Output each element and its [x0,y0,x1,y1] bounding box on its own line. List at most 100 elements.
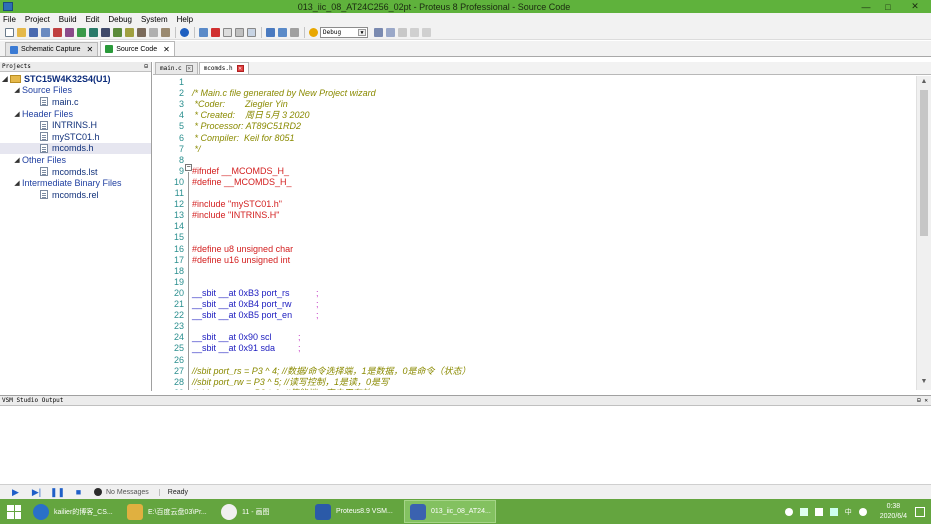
expand-triangle-icon[interactable]: ◢ [12,110,22,118]
schematic-icon[interactable] [77,27,86,37]
close-tab-icon[interactable]: ✕ [163,45,170,54]
tree-file-mcomds-rel[interactable]: mcomds.rel [0,189,151,201]
step-icon[interactable]: ▶| [31,487,42,497]
pause-icon[interactable]: ❚❚ [50,487,65,497]
code-line[interactable]: #define u16 unsigned int [192,255,290,266]
taskbar-item-proteus[interactable]: 013_iic_08_AT24... [404,500,496,523]
input-language[interactable]: 中 [845,507,852,517]
stop-icon[interactable]: ■ [73,487,84,497]
rebuild-icon[interactable] [278,27,287,37]
tree-folder-other-files[interactable]: ◢ Other Files [0,154,151,166]
expand-triangle-icon[interactable]: ◢ [12,86,22,94]
help-icon[interactable] [180,27,189,37]
menu-help[interactable]: Help [177,15,193,24]
code-line[interactable]: */ [192,144,201,155]
paste-disabled-icon[interactable] [422,27,431,37]
code-line[interactable]: * Created: 周日 5月 3 2020 [192,110,310,121]
build-icon[interactable] [266,27,275,37]
minimize-button[interactable]: — [855,0,877,13]
import-icon[interactable] [41,27,50,37]
tree-folder-intermediate-binary-files[interactable]: ◢ Intermediate Binary Files [0,177,151,189]
code-line[interactable]: *Coder: Ziegler Yin [192,99,288,110]
taskbar-item-paint[interactable]: 11 - 画图 [216,500,308,523]
code-line[interactable]: #ifndef __MCOMDS_H_ [192,166,289,177]
play-icon[interactable]: ▶ [10,487,21,497]
build-project-icon[interactable] [199,27,208,37]
expand-triangle-icon[interactable]: ◢ [12,156,22,164]
fold-toggle-icon[interactable]: − [185,164,192,171]
copy-icon[interactable] [235,27,244,37]
clean-icon[interactable] [290,27,299,37]
editor-tab-mcomds-h[interactable]: mcomds.h ✕ [198,62,249,74]
close-tab-icon[interactable]: ✕ [87,45,94,54]
code-line[interactable]: /* Main.c file generated by New Project … [192,88,376,99]
settings-gear-icon[interactable] [309,27,318,37]
tree-root-node[interactable]: ◢ STC15W4K32S4(U1) [0,73,151,85]
close-button[interactable]: ✕ [899,0,931,13]
source-code-icon[interactable] [161,27,170,37]
cut-icon[interactable] [398,27,407,37]
expand-triangle-icon[interactable]: ◢ [0,75,10,83]
code-line[interactable]: __sbit __at 0xB4 port_rw; [192,299,319,310]
battery-icon[interactable] [799,507,808,516]
tab-source-code[interactable]: Source Code ✕ [100,41,175,56]
pcb-layout-icon[interactable] [89,27,98,37]
taskbar-item-word[interactable]: Proteus8.9 VSM... [310,500,402,523]
code-line[interactable]: __sbit __at 0xB5 port_en; [192,310,319,321]
tab-schematic-capture[interactable]: Schematic Capture ✕ [5,42,99,56]
tree-folder-source-files[interactable]: ◢ Source Files [0,85,151,97]
code-line[interactable]: * Compiler: Keil for 8051 [192,133,295,144]
editor-tab-main-c[interactable]: main.c ✕ [155,62,198,74]
build-config-select[interactable]: Debug ▼ [320,26,368,38]
pin-icon[interactable]: ⊟ ✕ [917,397,928,404]
paste-icon[interactable] [247,27,256,37]
menu-edit[interactable]: Edit [86,15,100,24]
menu-project[interactable]: Project [25,15,50,24]
new-document-icon[interactable] [223,27,232,37]
expand-triangle-icon[interactable]: ◢ [12,179,22,187]
tree-file-mcomds-lst[interactable]: mcomds.lst [0,166,151,178]
3d-viewer-icon[interactable] [101,27,110,37]
gerber-icon[interactable] [113,27,122,37]
notes-icon[interactable] [149,27,158,37]
code-line[interactable]: #define u8 unsigned char [192,244,293,255]
volume-icon[interactable] [814,507,823,516]
new-file-icon[interactable] [5,27,14,37]
tree-file-intrins-h[interactable]: INTRINS.H [0,119,151,131]
messages-count[interactable]: No Messages [106,489,149,496]
code-line[interactable]: * Processor: AT89C51RD2 [192,121,302,132]
open-folder-icon[interactable] [17,27,26,37]
code-line[interactable]: //sbit port_en = P3 ^ 6; //使能端，高电平有效 [192,388,371,390]
redo-icon[interactable] [386,27,395,37]
tree-file-mystc01-h[interactable]: mySTC01.h [0,131,151,143]
tree-file-mcomds-h[interactable]: mcomds.h [0,142,151,155]
close-tab-icon[interactable]: ✕ [185,65,193,72]
menu-system[interactable]: System [141,15,168,24]
code-line[interactable]: //sbit port_rw = P3 ^ 5; //读写控制，1是读，0是写 [192,377,389,388]
code-line[interactable]: __sbit __at 0xB3 port_rs; [192,288,319,299]
tree-folder-header-files[interactable]: ◢ Header Files [0,108,151,120]
bom-icon[interactable] [137,27,146,37]
taskbar-item-explorer[interactable]: E:\百度云盘03\Pr... [122,500,214,523]
scroll-thumb[interactable] [920,90,928,236]
menu-debug[interactable]: Debug [108,15,132,24]
close-project-icon[interactable] [53,27,62,37]
pin-icon[interactable]: ⊟ [144,63,148,70]
tree-file-main-c[interactable]: main.c [0,96,151,108]
home-icon[interactable] [65,27,74,37]
code-line[interactable]: __sbit __at 0x91 sda; [192,343,301,354]
save-icon[interactable] [29,27,38,37]
notification-icon[interactable] [915,506,925,517]
design-explorer-icon[interactable] [125,27,134,37]
network-icon[interactable] [784,507,793,516]
taskbar-item-browser[interactable]: kailier的博客_CS... [28,500,120,523]
messages-info-icon[interactable] [94,488,102,496]
clock[interactable]: 0:38 2020/6/4 [880,502,907,522]
editor-vertical-scrollbar[interactable]: ▲ ▼ [916,76,931,390]
code-line[interactable]: #include "mySTC01.h" [192,199,282,210]
code-text-area[interactable]: /* Main.c file generated by New Project … [192,76,914,390]
code-line[interactable]: #include "INTRINS.H" [192,210,279,221]
code-line[interactable]: #define __MCOMDS_H_ [192,177,292,188]
menu-build[interactable]: Build [59,15,77,24]
code-line[interactable]: //sbit port_rs = P3 ^ 4; //数据/命令选择端，1是数据… [192,366,471,377]
